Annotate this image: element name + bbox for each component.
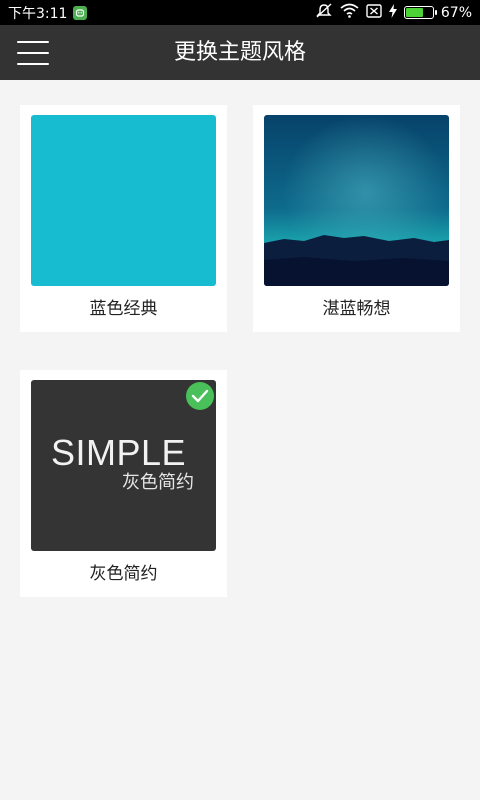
theme-card-gray-simple[interactable]: SIMPLE 灰色简约 灰色简约 (20, 370, 227, 597)
charging-icon (388, 3, 397, 22)
theme-thumbnail-azure-dream (264, 115, 449, 286)
status-bar: 下午3:11 67% (0, 0, 480, 25)
wifi-icon (340, 3, 359, 22)
mute-icon (315, 2, 333, 23)
theme-card-blue-classic[interactable]: 蓝色经典 (20, 105, 227, 332)
notification-icon (73, 5, 88, 20)
thumbnail-subtitle: 灰色简约 (122, 472, 194, 493)
status-time: 下午3:11 (8, 5, 68, 22)
theme-thumbnail-blue-classic (31, 115, 216, 286)
status-left: 下午3:11 (8, 3, 88, 23)
selected-check-icon (186, 382, 214, 410)
battery-percent: 67% (440, 4, 472, 21)
theme-label: 湛蓝畅想 (322, 299, 391, 319)
theme-thumbnail-gray-simple: SIMPLE 灰色简约 (31, 380, 216, 551)
theme-label: 蓝色经典 (89, 299, 158, 319)
no-sim-icon (366, 3, 382, 22)
page-title: 更换主题风格 (173, 40, 306, 65)
status-right: 67% (315, 2, 472, 23)
hamburger-menu-icon[interactable] (17, 41, 49, 65)
title-bar: 更换主题风格 (0, 25, 480, 80)
battery-fill (405, 8, 424, 17)
theme-card-azure-dream[interactable]: 湛蓝畅想 (253, 105, 460, 332)
battery-icon (403, 6, 437, 19)
theme-label: 灰色简约 (89, 564, 158, 584)
